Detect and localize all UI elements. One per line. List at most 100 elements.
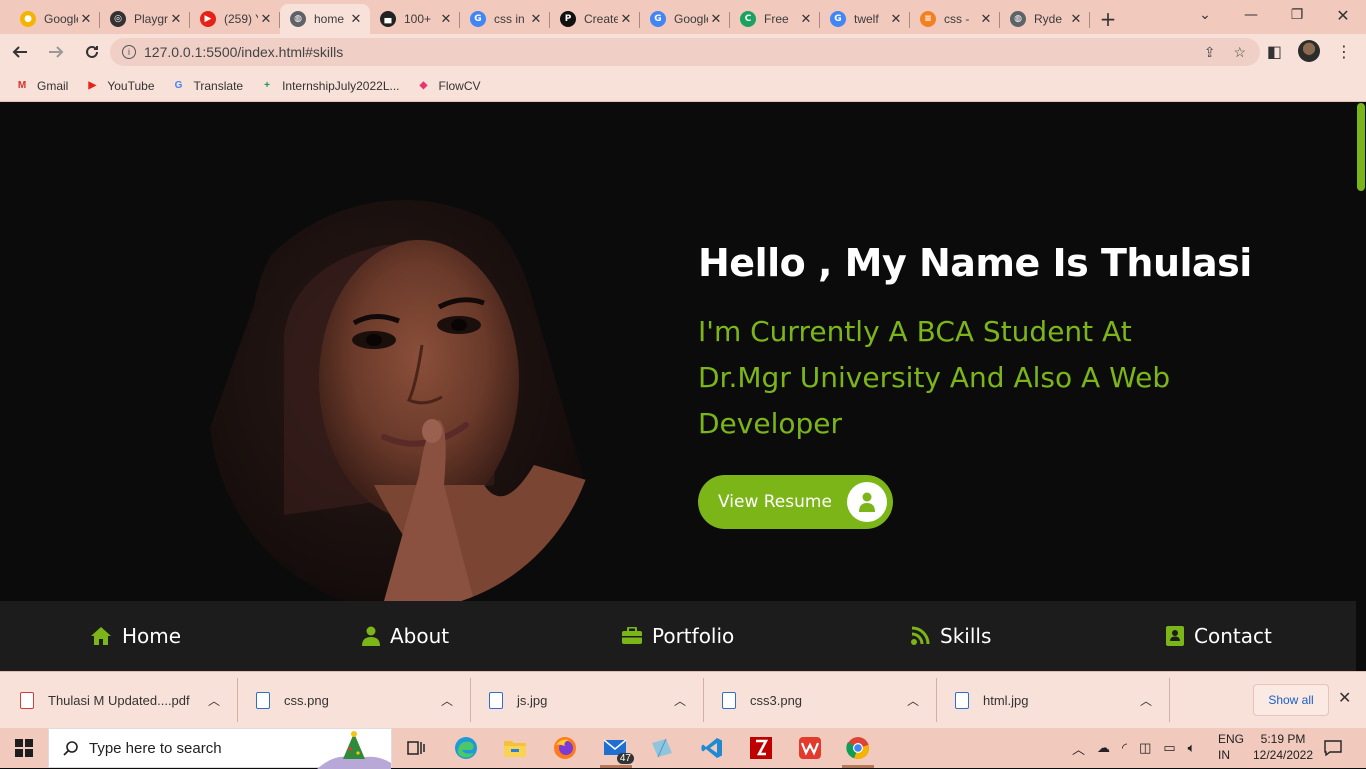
favicon-icon: ◎ — [110, 11, 126, 27]
browser-tab[interactable]: ◍ home ✕ — [280, 4, 370, 34]
nav-home[interactable]: Home — [90, 601, 181, 671]
arrow-left-icon — [12, 46, 27, 58]
file-explorer-icon[interactable] — [495, 732, 535, 764]
browser-tab[interactable]: ● Google✕ — [10, 4, 100, 34]
vscode-icon[interactable] — [692, 732, 732, 764]
task-view-icon[interactable] — [396, 732, 436, 764]
close-tab-icon[interactable]: ✕ — [708, 12, 724, 27]
wps-office-icon[interactable] — [790, 732, 830, 764]
info-icon[interactable]: i — [122, 45, 136, 59]
browser-tab[interactable]: Gtwelf ✕ — [820, 4, 910, 34]
share-icon[interactable]: ⇪ — [1204, 44, 1216, 61]
scrollbar-thumb[interactable] — [1357, 103, 1365, 191]
edge-icon[interactable] — [446, 732, 486, 764]
taskbar: Type here to search 47 ︿ ☁ ◜ ◫ ▭ 🔈︎ ENG … — [0, 728, 1366, 769]
bookmark-favicon-icon: ▶ — [88, 80, 97, 91]
user-icon — [362, 626, 380, 646]
nav-about[interactable]: About — [362, 601, 449, 671]
volume-icon[interactable]: 🔈︎ — [1188, 740, 1196, 756]
start-button[interactable] — [0, 728, 48, 768]
close-tab-icon[interactable]: ✕ — [798, 12, 814, 27]
chrome-icon[interactable] — [838, 732, 878, 768]
notification-icon[interactable] — [1324, 728, 1342, 768]
divider — [470, 678, 471, 722]
browser-tab[interactable]: ≡ css - ✕ — [910, 4, 1000, 34]
app-icon[interactable] — [642, 732, 682, 764]
download-item[interactable]: html.jpg — [955, 678, 1029, 722]
browser-tab[interactable]: ▄ 100+ ✕ — [370, 4, 460, 34]
close-tab-icon[interactable]: ✕ — [438, 12, 454, 27]
favicon-icon: ▶ — [200, 11, 216, 27]
view-resume-button[interactable]: View Resume — [698, 475, 893, 529]
browser-tab[interactable]: Gcss in ✕ — [460, 4, 550, 34]
clock[interactable]: 5:19 PM 12/24/2022 — [1250, 731, 1316, 763]
nav-contact[interactable]: Contact — [1166, 601, 1272, 671]
language-indicator[interactable]: ENG IN — [1218, 731, 1244, 763]
download-item[interactable]: css3.png — [722, 678, 802, 722]
tab-search-button[interactable]: ⌄ — [1182, 0, 1228, 30]
chevron-up-icon[interactable]: ︿ — [208, 692, 220, 709]
chevron-up-icon[interactable]: ︿ — [1072, 739, 1085, 758]
close-tab-icon[interactable]: ✕ — [1068, 12, 1084, 27]
browser-tab[interactable]: G Google✕ — [640, 4, 730, 34]
close-tab-icon[interactable]: ✕ — [978, 12, 994, 27]
browser-tab[interactable]: C Free ✕ — [730, 4, 820, 34]
mail-icon[interactable]: 47 — [596, 732, 636, 768]
display-icon[interactable]: ◫ — [1139, 740, 1151, 756]
bookmark-item[interactable]: ▶ YouTube — [84, 79, 154, 93]
network-alert-icon[interactable]: ☁ — [1097, 740, 1110, 756]
chevron-up-icon[interactable]: ︿ — [441, 692, 453, 709]
bookmark-label: FlowCV — [438, 78, 481, 93]
menu-icon[interactable]: ⋮ — [1336, 42, 1352, 61]
lang-region: IN — [1218, 748, 1230, 762]
download-item[interactable]: css.png — [256, 678, 329, 722]
wifi-icon[interactable]: ◜ — [1122, 740, 1127, 756]
chevron-up-icon[interactable]: ︿ — [907, 692, 919, 709]
firefox-icon[interactable] — [545, 732, 585, 764]
taskbar-search[interactable]: Type here to search — [48, 728, 392, 769]
bookmark-item[interactable]: + InternshipJuly2022L... — [259, 79, 399, 93]
chevron-up-icon[interactable]: ︿ — [674, 692, 686, 709]
star-icon[interactable]: ☆ — [1233, 44, 1246, 61]
address-bar[interactable]: i 127.0.0.1:5500/index.html#skills ⇪ ☆ — [110, 38, 1260, 66]
avatar[interactable] — [1298, 40, 1320, 62]
close-tab-icon[interactable]: ✕ — [348, 12, 364, 27]
url-text[interactable]: 127.0.0.1:5500/index.html#skills — [144, 44, 343, 60]
close-tab-icon[interactable]: ✕ — [528, 12, 544, 27]
battery-icon[interactable]: ▭ — [1163, 740, 1175, 756]
browser-tab[interactable]: P Create ✕ — [550, 4, 640, 34]
pdf-file-icon — [20, 691, 34, 709]
show-all-button[interactable]: Show all — [1253, 684, 1329, 716]
minimize-button[interactable]: — — [1228, 0, 1274, 30]
divider — [1169, 678, 1170, 722]
close-icon[interactable]: ✕ — [1338, 688, 1351, 708]
download-filename: html.jpg — [983, 692, 1029, 708]
download-item[interactable]: Thulasi M Updated....pdf — [20, 678, 190, 722]
close-tab-icon[interactable]: ✕ — [888, 12, 904, 27]
download-item[interactable]: js.jpg — [489, 678, 547, 722]
close-tab-icon[interactable]: ✕ — [258, 12, 274, 27]
bookmark-item[interactable]: ◆ FlowCV — [416, 79, 481, 93]
maximize-button[interactable]: ❐ — [1274, 0, 1320, 30]
nav-portfolio[interactable]: Portfolio — [622, 601, 734, 671]
back-button[interactable] — [4, 36, 36, 68]
side-panel-icon[interactable]: ◧ — [1267, 42, 1282, 61]
reload-button[interactable] — [76, 36, 108, 68]
divider — [703, 678, 704, 722]
close-tab-icon[interactable]: ✕ — [78, 12, 94, 27]
signal-icon — [911, 626, 930, 645]
browser-tab[interactable]: ▶ (259) YouTube✕ — [190, 4, 280, 34]
close-window-button[interactable]: ✕ — [1320, 0, 1366, 30]
nav-skills[interactable]: Skills — [910, 601, 991, 671]
filezilla-icon[interactable] — [741, 732, 781, 764]
bookmark-item[interactable]: G Translate — [171, 79, 243, 93]
browser-tab[interactable]: ◎ Playground✕ — [100, 4, 190, 34]
forward-button[interactable] — [40, 36, 72, 68]
chevron-up-icon[interactable]: ︿ — [1140, 692, 1152, 709]
bookmark-item[interactable]: M Gmail — [14, 79, 69, 93]
new-tab-button[interactable]: + — [1090, 4, 1126, 34]
close-tab-icon[interactable]: ✕ — [618, 12, 634, 27]
page-scrollbar[interactable] — [1356, 103, 1366, 671]
close-tab-icon[interactable]: ✕ — [168, 12, 184, 27]
browser-tab[interactable]: ◍ Ryde ✕ — [1000, 4, 1090, 34]
